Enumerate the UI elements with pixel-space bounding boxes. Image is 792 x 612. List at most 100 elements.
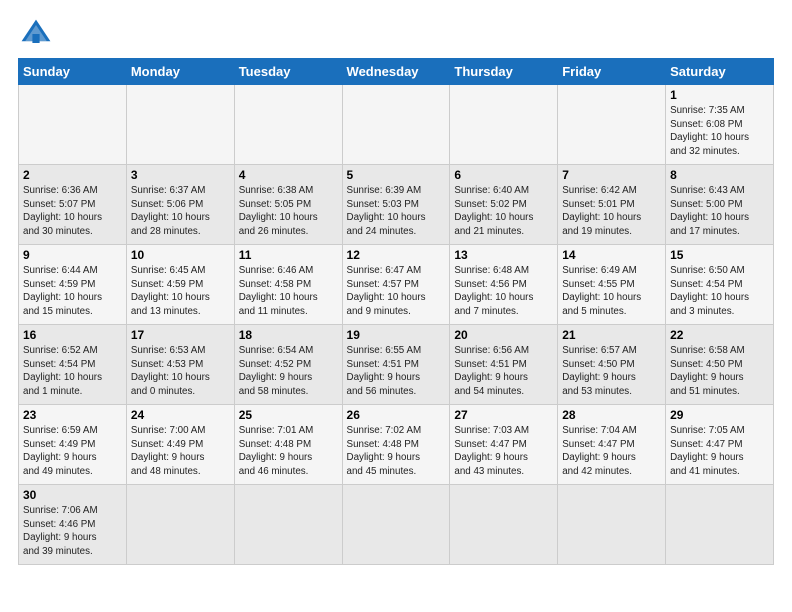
- page: SundayMondayTuesdayWednesdayThursdayFrid…: [0, 0, 792, 575]
- day-info: Sunrise: 6:50 AM Sunset: 4:54 PM Dayligh…: [670, 264, 769, 319]
- day-info: Sunrise: 6:49 AM Sunset: 4:55 PM Dayligh…: [562, 264, 661, 319]
- calendar-cell: 29 Sunrise: 7:05 AM Sunset: 4:47 PM Dayli…: [666, 405, 774, 485]
- calendar-week-row: 1 Sunrise: 7:35 AM Sunset: 6:08 PM Daylig…: [19, 85, 774, 165]
- calendar: SundayMondayTuesdayWednesdayThursdayFrid…: [18, 58, 774, 565]
- day-info: Sunrise: 6:45 AM Sunset: 4:59 PM Dayligh…: [131, 264, 230, 319]
- day-info: Sunrise: 6:56 AM Sunset: 4:51 PM Dayligh…: [454, 344, 553, 399]
- calendar-cell: 15 Sunrise: 6:50 AM Sunset: 4:54 PM Dayli…: [666, 245, 774, 325]
- weekday-header-monday: Monday: [126, 59, 234, 85]
- day-number: 20: [454, 328, 553, 342]
- day-info: Sunrise: 6:55 AM Sunset: 4:51 PM Dayligh…: [347, 344, 446, 399]
- calendar-cell: [234, 85, 342, 165]
- day-info: Sunrise: 6:57 AM Sunset: 4:50 PM Dayligh…: [562, 344, 661, 399]
- day-info: Sunrise: 6:40 AM Sunset: 5:02 PM Dayligh…: [454, 184, 553, 239]
- calendar-cell: 25 Sunrise: 7:01 AM Sunset: 4:48 PM Dayli…: [234, 405, 342, 485]
- day-info: Sunrise: 6:43 AM Sunset: 5:00 PM Dayligh…: [670, 184, 769, 239]
- day-number: 28: [562, 408, 661, 422]
- day-number: 10: [131, 248, 230, 262]
- day-number: 3: [131, 168, 230, 182]
- day-number: 30: [23, 488, 122, 502]
- calendar-cell: 24Sunrise: 7:00 AM Sunset: 4:49 PM Dayli…: [126, 405, 234, 485]
- calendar-cell: [558, 85, 666, 165]
- calendar-cell: 28 Sunrise: 7:04 AM Sunset: 4:47 PM Dayli…: [558, 405, 666, 485]
- day-number: 6: [454, 168, 553, 182]
- calendar-cell: 6 Sunrise: 6:40 AM Sunset: 5:02 PM Daylig…: [450, 165, 558, 245]
- day-info: Sunrise: 6:36 AM Sunset: 5:07 PM Dayligh…: [23, 184, 122, 239]
- day-number: 29: [670, 408, 769, 422]
- calendar-cell: 9Sunrise: 6:44 AM Sunset: 4:59 PM Daylig…: [19, 245, 127, 325]
- calendar-week-row: 16 Sunrise: 6:52 AM Sunset: 4:54 PM Dayli…: [19, 325, 774, 405]
- logo-icon: [18, 16, 54, 52]
- calendar-week-row: 2 Sunrise: 6:36 AM Sunset: 5:07 PM Daylig…: [19, 165, 774, 245]
- day-number: 5: [347, 168, 446, 182]
- calendar-cell: 3Sunrise: 6:37 AM Sunset: 5:06 PM Daylig…: [126, 165, 234, 245]
- day-number: 16: [23, 328, 122, 342]
- weekday-header-saturday: Saturday: [666, 59, 774, 85]
- day-info: Sunrise: 7:02 AM Sunset: 4:48 PM Dayligh…: [347, 424, 446, 479]
- calendar-cell: [126, 485, 234, 565]
- day-info: Sunrise: 7:01 AM Sunset: 4:48 PM Dayligh…: [239, 424, 338, 479]
- calendar-cell: 19 Sunrise: 6:55 AM Sunset: 4:51 PM Dayli…: [342, 325, 450, 405]
- calendar-cell: 21Sunrise: 6:57 AM Sunset: 4:50 PM Dayli…: [558, 325, 666, 405]
- calendar-cell: 2 Sunrise: 6:36 AM Sunset: 5:07 PM Daylig…: [19, 165, 127, 245]
- day-info: Sunrise: 7:03 AM Sunset: 4:47 PM Dayligh…: [454, 424, 553, 479]
- calendar-week-row: 30 Sunrise: 7:06 AM Sunset: 4:46 PM Dayli…: [19, 485, 774, 565]
- calendar-cell: 27 Sunrise: 7:03 AM Sunset: 4:47 PM Dayli…: [450, 405, 558, 485]
- day-info: Sunrise: 6:53 AM Sunset: 4:53 PM Dayligh…: [131, 344, 230, 399]
- day-info: Sunrise: 7:05 AM Sunset: 4:47 PM Dayligh…: [670, 424, 769, 479]
- calendar-cell: [342, 85, 450, 165]
- calendar-cell: 22 Sunrise: 6:58 AM Sunset: 4:50 PM Dayli…: [666, 325, 774, 405]
- calendar-body: 1 Sunrise: 7:35 AM Sunset: 6:08 PM Daylig…: [19, 85, 774, 565]
- day-info: Sunrise: 6:39 AM Sunset: 5:03 PM Dayligh…: [347, 184, 446, 239]
- calendar-cell: 13 Sunrise: 6:48 AM Sunset: 4:56 PM Dayli…: [450, 245, 558, 325]
- day-info: Sunrise: 6:58 AM Sunset: 4:50 PM Dayligh…: [670, 344, 769, 399]
- day-info: Sunrise: 7:35 AM Sunset: 6:08 PM Dayligh…: [670, 104, 769, 159]
- day-info: Sunrise: 6:52 AM Sunset: 4:54 PM Dayligh…: [23, 344, 122, 399]
- day-number: 2: [23, 168, 122, 182]
- day-number: 8: [670, 168, 769, 182]
- logo: [18, 16, 58, 52]
- day-number: 1: [670, 88, 769, 102]
- calendar-cell: 26Sunrise: 7:02 AM Sunset: 4:48 PM Dayli…: [342, 405, 450, 485]
- calendar-week-row: 9Sunrise: 6:44 AM Sunset: 4:59 PM Daylig…: [19, 245, 774, 325]
- day-info: Sunrise: 6:38 AM Sunset: 5:05 PM Dayligh…: [239, 184, 338, 239]
- weekday-header-wednesday: Wednesday: [342, 59, 450, 85]
- day-number: 27: [454, 408, 553, 422]
- calendar-cell: 4Sunrise: 6:38 AM Sunset: 5:05 PM Daylig…: [234, 165, 342, 245]
- calendar-cell: 8 Sunrise: 6:43 AM Sunset: 5:00 PM Daylig…: [666, 165, 774, 245]
- day-number: 7: [562, 168, 661, 182]
- day-info: Sunrise: 7:00 AM Sunset: 4:49 PM Dayligh…: [131, 424, 230, 479]
- calendar-cell: [450, 85, 558, 165]
- calendar-cell: 23 Sunrise: 6:59 AM Sunset: 4:49 PM Dayli…: [19, 405, 127, 485]
- day-info: Sunrise: 7:06 AM Sunset: 4:46 PM Dayligh…: [23, 504, 122, 559]
- weekday-header-friday: Friday: [558, 59, 666, 85]
- calendar-cell: [342, 485, 450, 565]
- weekday-header-sunday: Sunday: [19, 59, 127, 85]
- calendar-cell: 10 Sunrise: 6:45 AM Sunset: 4:59 PM Dayli…: [126, 245, 234, 325]
- calendar-cell: 7 Sunrise: 6:42 AM Sunset: 5:01 PM Daylig…: [558, 165, 666, 245]
- day-info: Sunrise: 6:46 AM Sunset: 4:58 PM Dayligh…: [239, 264, 338, 319]
- day-number: 17: [131, 328, 230, 342]
- day-info: Sunrise: 6:47 AM Sunset: 4:57 PM Dayligh…: [347, 264, 446, 319]
- day-number: 19: [347, 328, 446, 342]
- weekday-header-row: SundayMondayTuesdayWednesdayThursdayFrid…: [19, 59, 774, 85]
- calendar-cell: [450, 485, 558, 565]
- day-info: Sunrise: 6:48 AM Sunset: 4:56 PM Dayligh…: [454, 264, 553, 319]
- calendar-week-row: 23 Sunrise: 6:59 AM Sunset: 4:49 PM Dayli…: [19, 405, 774, 485]
- day-number: 23: [23, 408, 122, 422]
- day-number: 25: [239, 408, 338, 422]
- calendar-cell: [234, 485, 342, 565]
- day-info: Sunrise: 7:04 AM Sunset: 4:47 PM Dayligh…: [562, 424, 661, 479]
- calendar-cell: 14Sunrise: 6:49 AM Sunset: 4:55 PM Dayli…: [558, 245, 666, 325]
- calendar-cell: 17 Sunrise: 6:53 AM Sunset: 4:53 PM Dayli…: [126, 325, 234, 405]
- day-number: 12: [347, 248, 446, 262]
- day-info: Sunrise: 6:59 AM Sunset: 4:49 PM Dayligh…: [23, 424, 122, 479]
- day-number: 15: [670, 248, 769, 262]
- calendar-cell: 18Sunrise: 6:54 AM Sunset: 4:52 PM Dayli…: [234, 325, 342, 405]
- day-info: Sunrise: 6:54 AM Sunset: 4:52 PM Dayligh…: [239, 344, 338, 399]
- day-info: Sunrise: 6:42 AM Sunset: 5:01 PM Dayligh…: [562, 184, 661, 239]
- calendar-cell: 20 Sunrise: 6:56 AM Sunset: 4:51 PM Dayli…: [450, 325, 558, 405]
- calendar-header: SundayMondayTuesdayWednesdayThursdayFrid…: [19, 59, 774, 85]
- day-number: 13: [454, 248, 553, 262]
- day-number: 22: [670, 328, 769, 342]
